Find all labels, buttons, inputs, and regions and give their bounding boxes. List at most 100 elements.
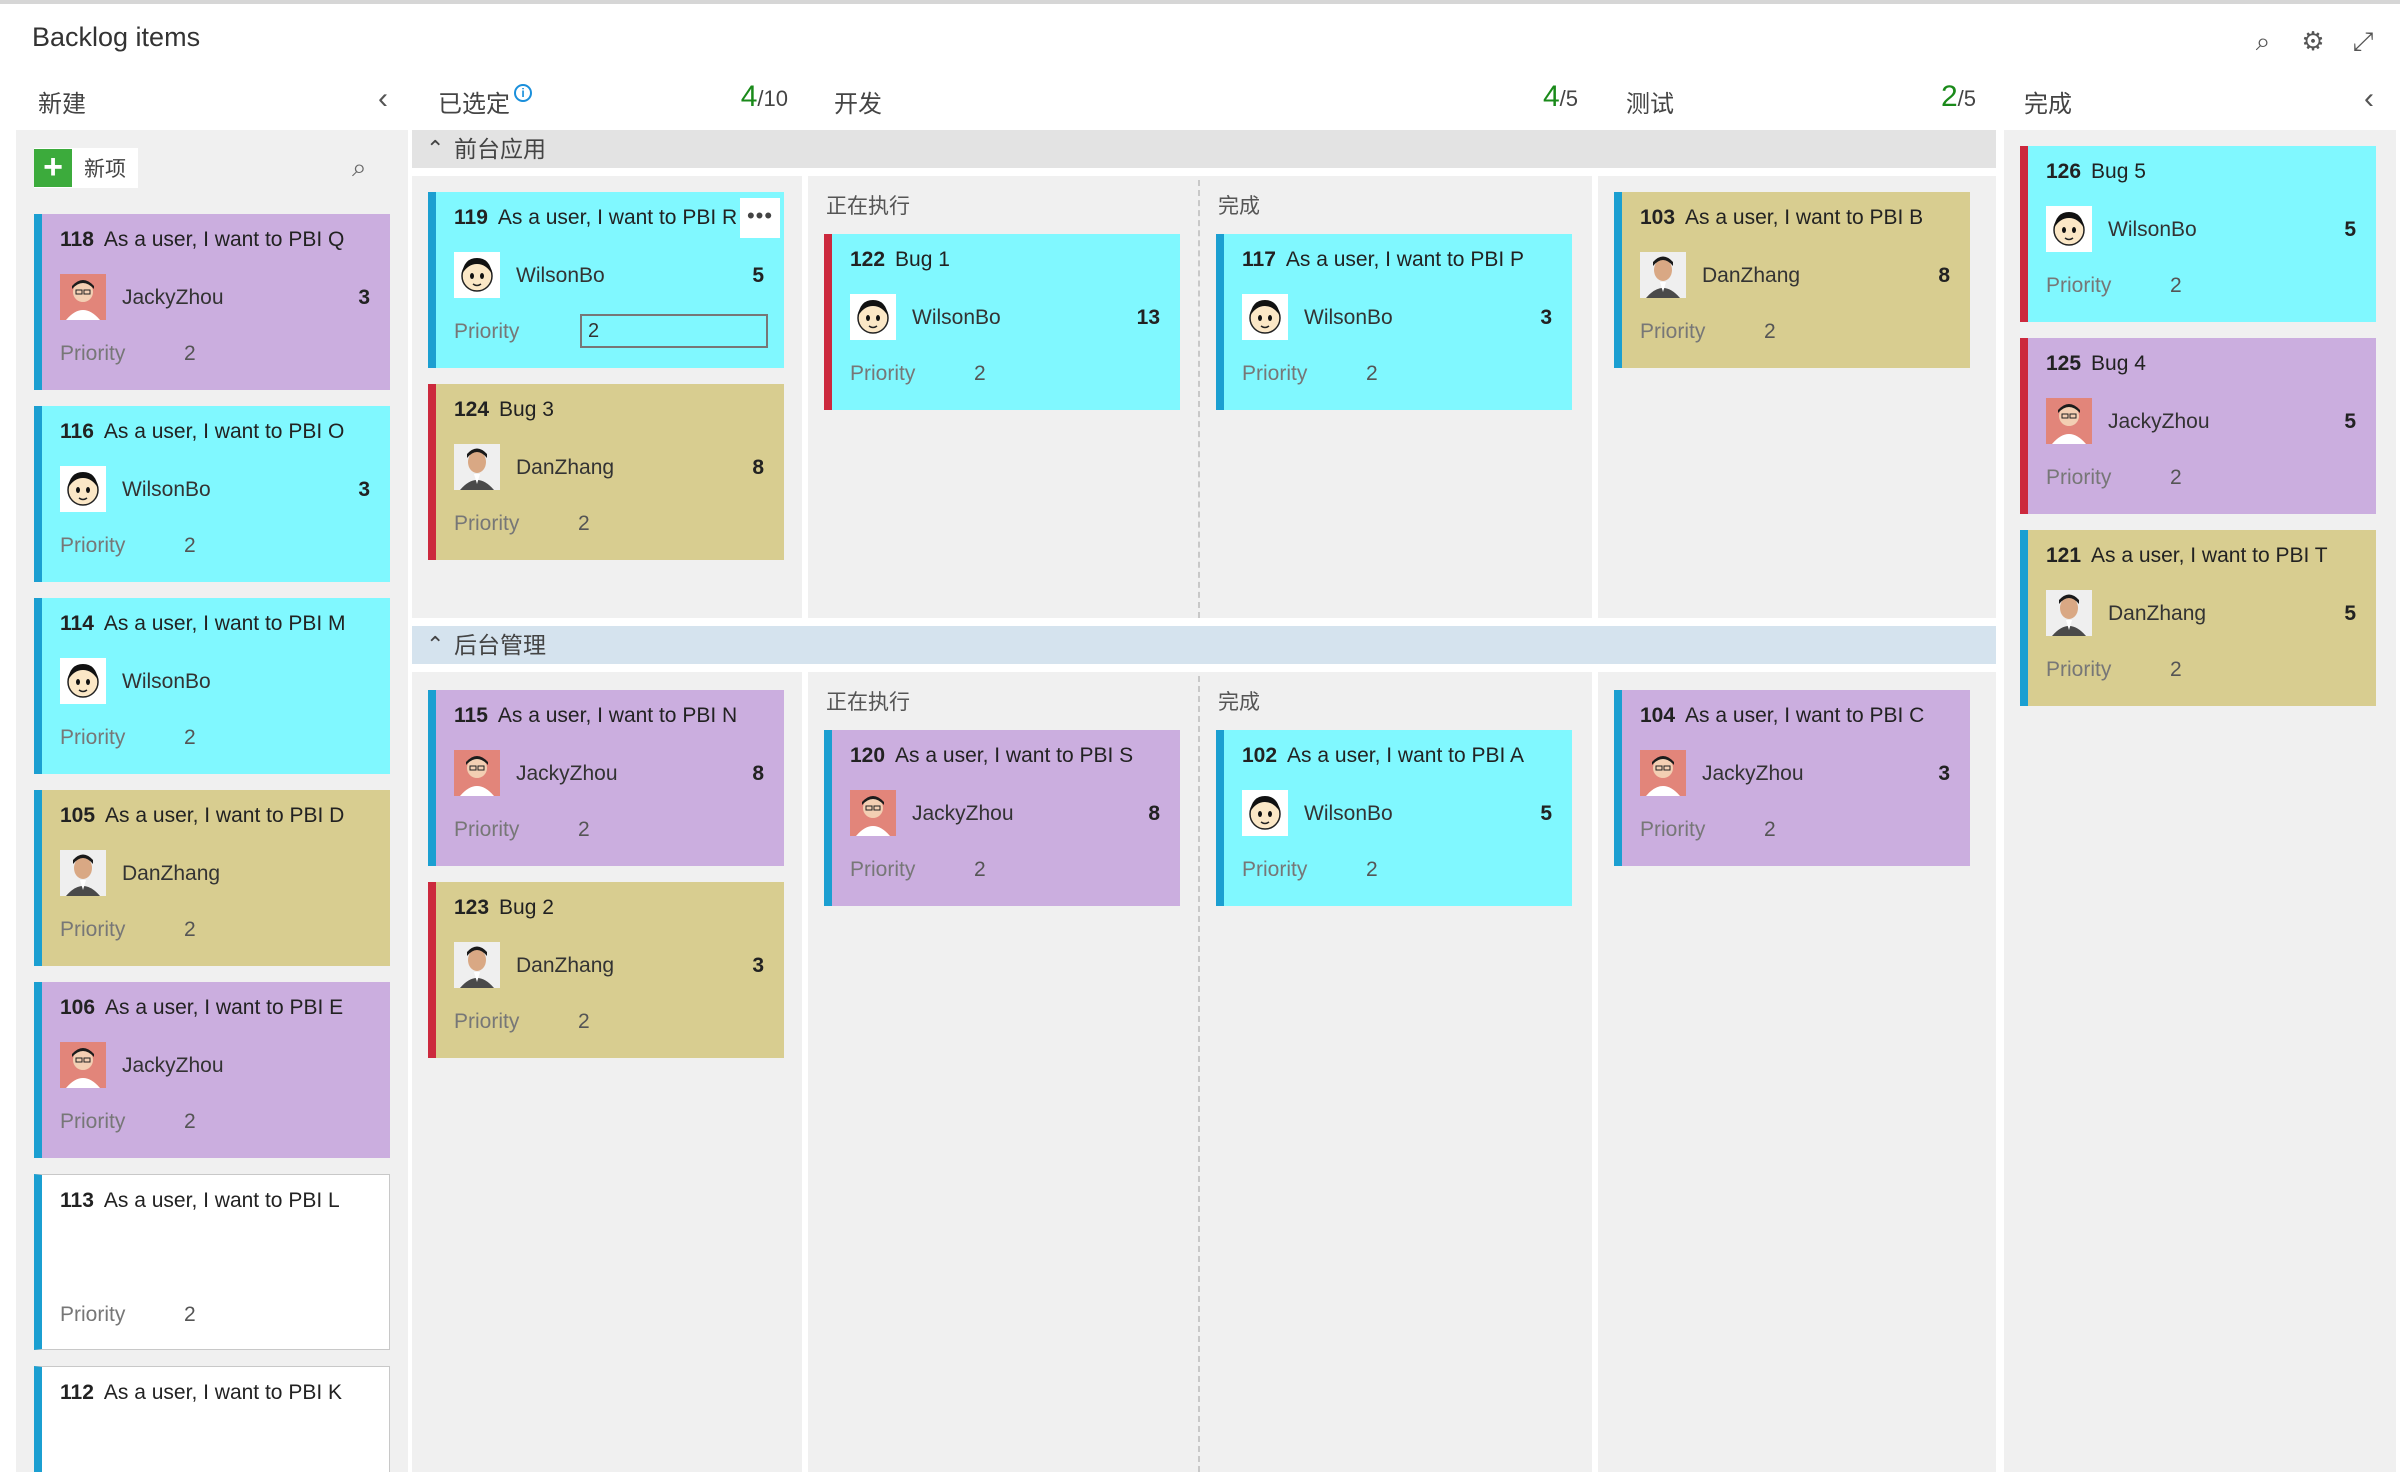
priority-value: 2 — [2170, 274, 2182, 297]
card-id: 104 — [1640, 704, 1676, 727]
card-title: 124 Bug 3 — [454, 398, 774, 422]
wip-limit: /5 — [1957, 86, 1976, 111]
card-title: 115 As a user, I want to PBI N — [454, 704, 774, 728]
card-id: 116 — [60, 420, 94, 443]
card-effort: 3 — [358, 478, 370, 501]
info-icon[interactable]: i — [514, 84, 532, 102]
card-122[interactable]: 122 Bug 1 WilsonBo 13 Priority 2 — [824, 234, 1180, 410]
subcolumn-doing: 正在执行 — [826, 691, 910, 714]
card-103[interactable]: 103 As a user, I want to PBI B DanZhang 8… — [1614, 192, 1970, 368]
search-icon[interactable]: ⌕ — [352, 152, 367, 184]
card-126[interactable]: 126 Bug 5 WilsonBo 5 Priority 2 — [2020, 146, 2376, 322]
card-effort: 8 — [1148, 802, 1160, 825]
card-117[interactable]: 117 As a user, I want to PBI P WilsonBo 3… — [1216, 234, 1572, 410]
card-104[interactable]: 104 As a user, I want to PBI C JackyZhou … — [1614, 690, 1970, 866]
more-options-button[interactable]: ••• — [740, 198, 780, 238]
chevron-up-icon: ⌃ — [426, 632, 445, 657]
card-id: 102 — [1242, 744, 1278, 767]
column-header-test: 测试 2/5 — [1626, 78, 1976, 120]
new-item-button[interactable]: + 新项 — [34, 148, 138, 188]
card-title-text: As a user, I want to PBI C — [1685, 704, 1925, 727]
chevron-up-icon: ⌃ — [426, 136, 445, 161]
avatar-wilsonbo — [60, 466, 106, 512]
card-id: 115 — [454, 704, 488, 727]
avatar-danzhang — [454, 444, 500, 490]
card-id: 121 — [2046, 544, 2082, 567]
subcolumn-done: 完成 — [1218, 691, 1260, 714]
card-title: 104 As a user, I want to PBI C — [1640, 704, 1960, 728]
avatar-jackyzhou — [454, 750, 500, 796]
card-105[interactable]: 105 As a user, I want to PBI D DanZhang P… — [34, 790, 390, 966]
card-id: 126 — [2046, 160, 2082, 183]
priority-value: 2 — [184, 1110, 196, 1133]
board-toolbar: ⌕ ⚙ ⤢ — [2248, 26, 2378, 56]
card-title: 123 Bug 2 — [454, 896, 774, 920]
card-assignee: JackyZhou — [122, 1054, 224, 1077]
search-icon[interactable]: ⌕ — [2248, 26, 2278, 56]
avatar-danzhang — [60, 850, 106, 896]
card-102[interactable]: 102 As a user, I want to PBI A WilsonBo 5… — [1216, 730, 1572, 906]
priority-value: 2 — [184, 726, 196, 749]
card-title-text: Bug 5 — [2091, 160, 2146, 183]
card-119[interactable]: 119 As a user, I want to PBI R ••• Wilson… — [428, 192, 784, 368]
card-121[interactable]: 121 As a user, I want to PBI T DanZhang 5… — [2020, 530, 2376, 706]
card-effort: 5 — [752, 264, 764, 287]
fullscreen-icon[interactable]: ⤢ — [2348, 26, 2378, 56]
wip-count: 4/5 — [1543, 80, 1578, 114]
card-id: 124 — [454, 398, 490, 421]
wip-count: 4/10 — [741, 80, 788, 114]
card-assignee: WilsonBo — [122, 670, 211, 693]
card-title-text: Bug 2 — [499, 896, 554, 919]
priority-label: Priority — [1640, 818, 1706, 841]
priority-label: Priority — [60, 918, 126, 941]
card-125[interactable]: 125 Bug 4 JackyZhou 5 Priority 2 — [2020, 338, 2376, 514]
card-title: 102 As a user, I want to PBI A — [1242, 744, 1562, 768]
card-118[interactable]: 118 As a user, I want to PBI Q JackyZhou … — [34, 214, 390, 390]
card-title-text: Bug 1 — [895, 248, 950, 271]
card-112[interactable]: 112 As a user, I want to PBI K — [34, 1366, 390, 1472]
card-title-text: Bug 4 — [2091, 352, 2146, 375]
avatar-wilsonbo — [1242, 294, 1288, 340]
column-header-selected: 已选定 i 4/10 — [438, 78, 788, 120]
column-title: 开发 — [834, 91, 882, 118]
card-assignee: JackyZhou — [122, 286, 224, 309]
card-title: 116 As a user, I want to PBI O — [60, 420, 380, 444]
priority-label: Priority — [2046, 274, 2112, 297]
priority-label: Priority — [454, 818, 520, 841]
card-title-text: As a user, I want to PBI O — [103, 420, 345, 443]
card-title-text: As a user, I want to PBI B — [1685, 206, 1924, 229]
avatar-danzhang — [454, 942, 500, 988]
priority-input[interactable] — [580, 314, 768, 348]
card-114[interactable]: 114 As a user, I want to PBI M WilsonBo P… — [34, 598, 390, 774]
card-assignee: DanZhang — [122, 862, 221, 885]
card-123[interactable]: 123 Bug 2 DanZhang 3 Priority 2 — [428, 882, 784, 1058]
priority-value: 2 — [1764, 818, 1776, 841]
card-assignee: WilsonBo — [122, 478, 211, 501]
subcolumn-done: 完成 — [1218, 195, 1260, 218]
card-113[interactable]: 113 As a user, I want to PBI L Priority 2 — [34, 1174, 390, 1350]
chevron-left-icon[interactable]: ‹ — [378, 82, 388, 116]
priority-value: 2 — [184, 1303, 196, 1326]
priority-value: 2 — [184, 534, 196, 557]
wip-count: 2/5 — [1941, 80, 1976, 114]
card-115[interactable]: 115 As a user, I want to PBI N JackyZhou … — [428, 690, 784, 866]
chevron-left-icon[interactable]: ‹ — [2364, 82, 2374, 116]
gear-icon[interactable]: ⚙ — [2298, 26, 2328, 56]
card-effort: 5 — [2344, 602, 2356, 625]
card-effort: 5 — [1540, 802, 1552, 825]
swimlane-header-frontend[interactable]: ⌃ 前台应用 — [412, 130, 1996, 168]
card-124[interactable]: 124 Bug 3 DanZhang 8 Priority 2 — [428, 384, 784, 560]
priority-label: Priority — [1640, 320, 1706, 343]
avatar-jackyzhou — [2046, 398, 2092, 444]
card-116[interactable]: 116 As a user, I want to PBI O WilsonBo 3… — [34, 406, 390, 582]
swimlane-header-backend[interactable]: ⌃ 后台管理 — [412, 626, 1996, 664]
card-120[interactable]: 120 As a user, I want to PBI S JackyZhou … — [824, 730, 1180, 906]
card-title: 118 As a user, I want to PBI Q — [60, 228, 380, 252]
card-title-text: As a user, I want to PBI M — [103, 612, 346, 635]
column-done — [2004, 130, 2396, 1472]
card-assignee: JackyZhou — [912, 802, 1014, 825]
card-effort: 8 — [1938, 264, 1950, 287]
card-106[interactable]: 106 As a user, I want to PBI E JackyZhou … — [34, 982, 390, 1158]
avatar-jackyzhou — [850, 790, 896, 836]
priority-value: 2 — [1366, 858, 1378, 881]
